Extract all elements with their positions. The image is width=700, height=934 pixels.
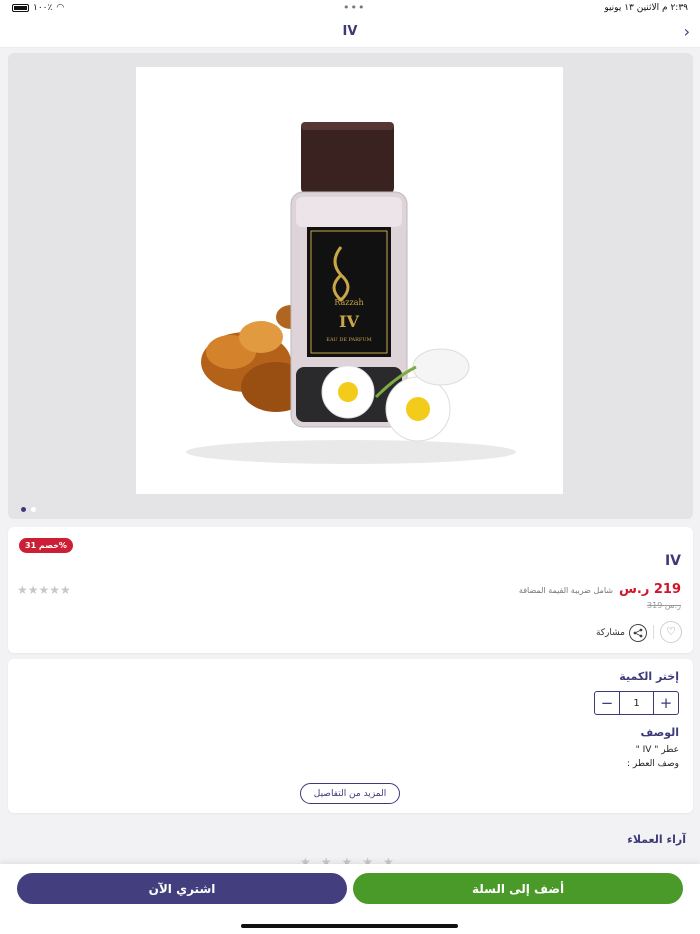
nav-bar: IV › — [0, 18, 700, 48]
share-label: مشاركة — [595, 628, 625, 638]
increment-button[interactable]: + — [654, 692, 678, 714]
discount-badge: خصم 31% — [19, 538, 73, 553]
svg-text:Razzah: Razzah — [334, 298, 363, 307]
battery-level: ١٠٠٪ — [33, 3, 53, 13]
status-left: ١٠٠٪ ◠ — [12, 3, 64, 13]
chevron-right-icon: › — [683, 22, 690, 41]
gallery-dots — [21, 507, 36, 512]
product-info-card: خصم 31% IV ★★★★★ 219 ر.س شامل ضريبة القي… — [8, 527, 693, 653]
quantity-title: إختر الكمية — [619, 670, 679, 683]
description-title: الوصف — [640, 726, 679, 739]
page-title: IV — [342, 24, 358, 39]
reviews-title: آراء العملاء — [627, 833, 686, 846]
battery-icon — [12, 4, 29, 12]
price-row: 219 ر.س شامل ضريبة القيمة المضافة — [519, 582, 681, 597]
description-line: وصف العطر : — [627, 759, 679, 769]
product-name: IV — [664, 553, 681, 569]
rating-stars: ★★★★★ — [17, 583, 71, 597]
decrement-button[interactable]: − — [595, 692, 619, 714]
back-button[interactable]: › — [684, 22, 690, 41]
home-indicator[interactable] — [241, 924, 458, 928]
vat-note: شامل ضريبة القيمة المضافة — [518, 586, 613, 595]
buy-now-button[interactable]: اشتري الآن — [17, 873, 347, 904]
svg-text:IV: IV — [339, 312, 359, 331]
quantity-value[interactable]: 1 — [619, 692, 654, 714]
quantity-description-card: إختر الكمية − 1 + الوصف عطر " IV " وصف ا… — [8, 659, 693, 813]
perfume-illustration: Razzah IV EAU DE PARFUM — [186, 122, 516, 464]
svg-text:EAU DE PARFUM: EAU DE PARFUM — [326, 337, 371, 343]
share-button[interactable]: مشاركة — [596, 624, 647, 642]
divider — [653, 625, 654, 639]
more-details-button[interactable]: المزيد من التفاصيل — [300, 783, 400, 804]
gallery-dot[interactable] — [31, 507, 36, 512]
description-line: عطر " IV " — [635, 745, 679, 755]
status-bar: ١٠٠٪ ◠ ••• ٢:٣٩ م الاثنين ١٣ يونيو — [0, 0, 700, 18]
multitask-dots: ••• — [343, 1, 366, 14]
status-time-date: ٢:٣٩ م الاثنين ١٣ يونيو — [604, 3, 688, 13]
bottom-action-bar: اشتري الآن أضف إلى السلة — [0, 864, 700, 934]
wishlist-button[interactable]: ♡ — [660, 621, 682, 643]
wifi-icon: ◠ — [56, 3, 65, 13]
add-to-cart-button[interactable]: أضف إلى السلة — [353, 873, 683, 904]
product-gallery[interactable]: Razzah IV EAU DE PARFUM — [8, 53, 693, 519]
price: 219 ر.س — [618, 582, 681, 597]
heart-icon: ♡ — [666, 625, 676, 638]
gallery-dot-active[interactable] — [21, 507, 26, 512]
old-price: 319 ر.س — [647, 601, 681, 610]
product-image[interactable]: Razzah IV EAU DE PARFUM — [136, 67, 563, 494]
quantity-stepper: − 1 + — [594, 691, 679, 715]
share-icon — [629, 624, 647, 642]
